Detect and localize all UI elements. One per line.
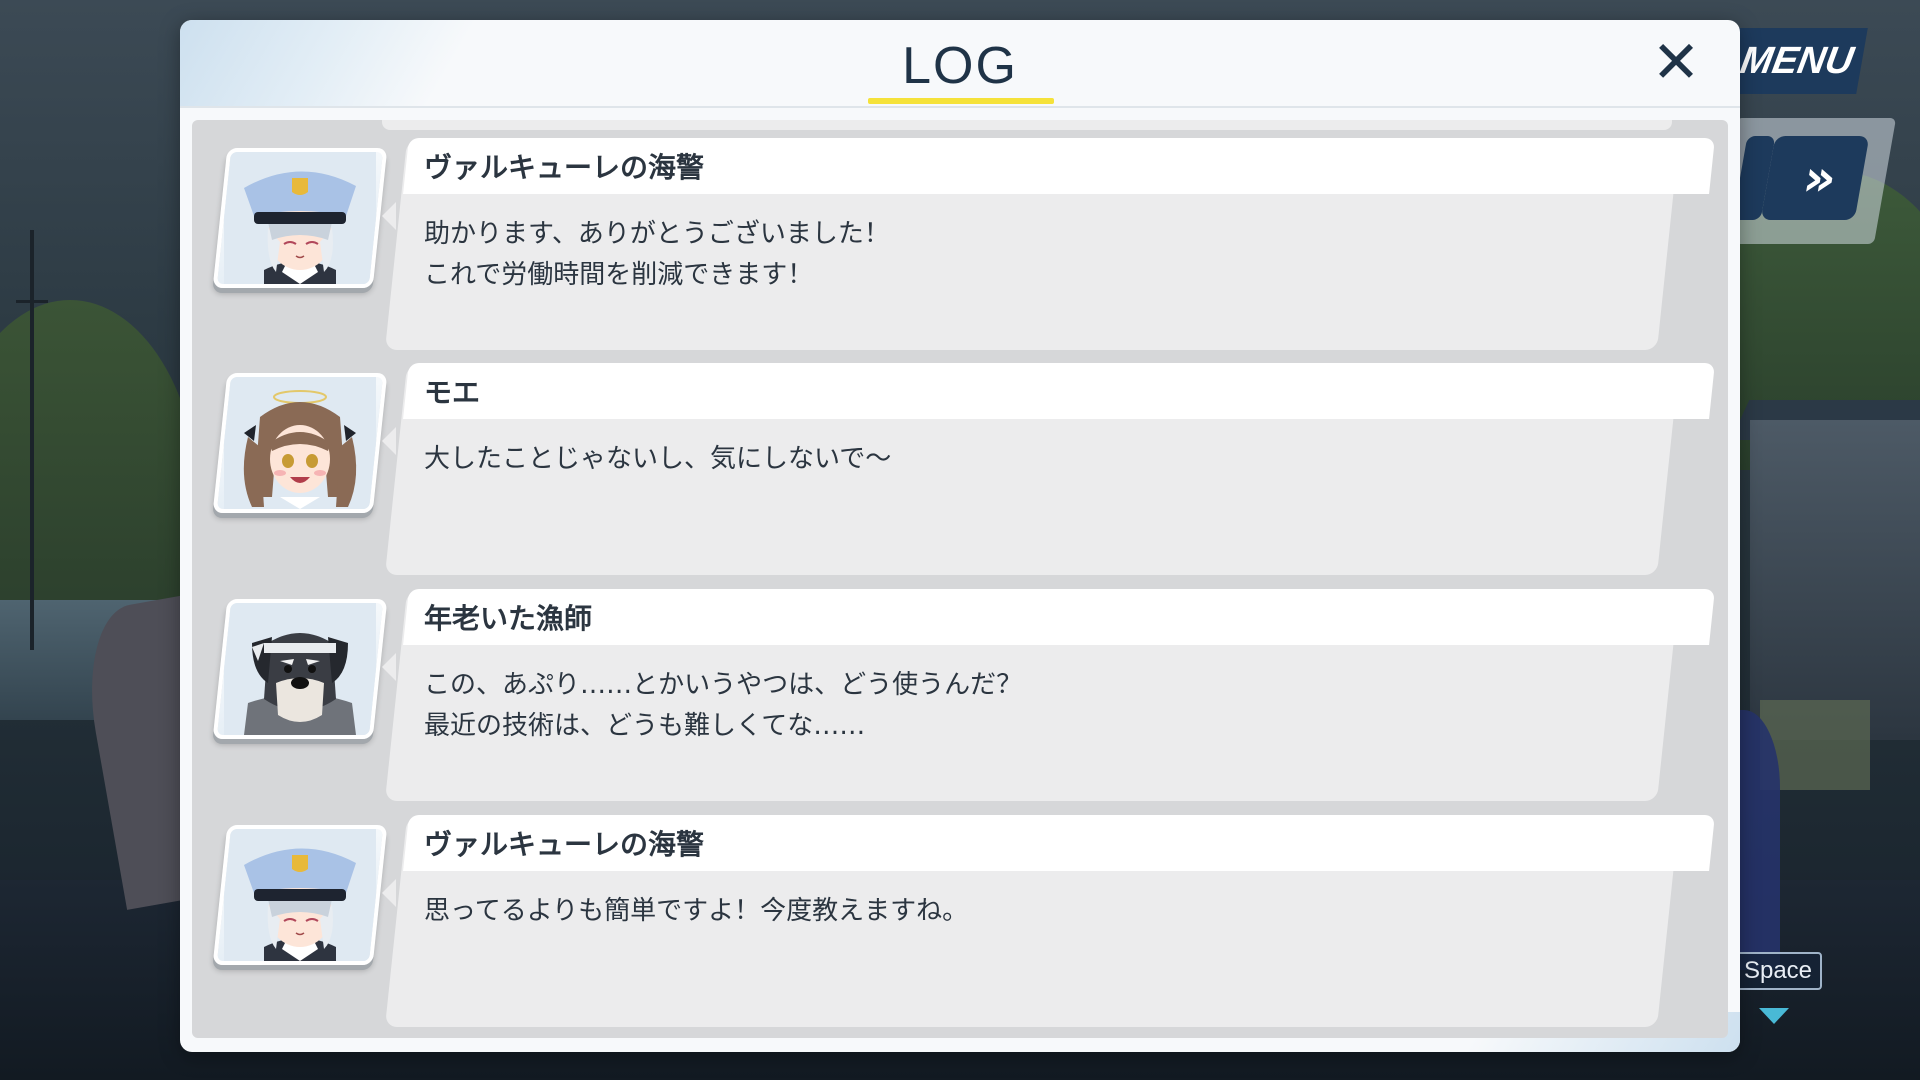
bubble-pointer bbox=[382, 653, 396, 681]
name-tab bbox=[403, 363, 1715, 419]
space-key-label: Space bbox=[1743, 957, 1813, 984]
name-tab bbox=[403, 589, 1715, 645]
log-entry: ヴァルキューレの海警 助かります、ありがとうございました！ これで労働時間を削減… bbox=[192, 138, 1728, 352]
speaker-name: ヴァルキューレの海警 bbox=[424, 828, 705, 861]
background-house bbox=[1750, 420, 1920, 740]
background-pole bbox=[30, 230, 34, 650]
bubble-pointer bbox=[382, 202, 396, 230]
speaker-name: ヴァルキューレの海警 bbox=[424, 151, 705, 184]
menu-button[interactable]: MENU bbox=[1726, 28, 1868, 94]
valkyrie-police-portrait bbox=[224, 152, 376, 284]
log-entry: 年老いた漁師 この、あぷり‥‥‥とかいうやつは、どう使うんだ？ 最近の技術は、ど… bbox=[192, 589, 1728, 803]
log-header: LOG ✕ bbox=[180, 20, 1740, 108]
log-list[interactable]: ヴァルキューレの海警 助かります、ありがとうございました！ これで労働時間を削減… bbox=[192, 120, 1728, 1038]
avatar bbox=[212, 373, 388, 513]
previous-entry-edge bbox=[382, 120, 1672, 130]
next-arrow-icon[interactable] bbox=[1759, 1008, 1789, 1024]
speaker-name: 年老いた漁師 bbox=[424, 602, 593, 635]
message-text: この、あぷり‥‥‥とかいうやつは、どう使うんだ？ 最近の技術は、どうも難しくてな… bbox=[424, 670, 1023, 741]
avatar bbox=[212, 599, 388, 739]
valkyrie-police-portrait bbox=[224, 829, 376, 961]
close-button[interactable]: ✕ bbox=[1648, 33, 1704, 91]
bubble-pointer bbox=[382, 879, 396, 907]
fast-forward-icon: » bbox=[1798, 149, 1832, 207]
log-title: LOG bbox=[902, 37, 1018, 95]
avatar bbox=[212, 148, 388, 288]
log-entry: ヴァルキューレの海警 思ってるよりも簡単ですよ！今度教えますね。 bbox=[192, 815, 1728, 1029]
title-underline bbox=[868, 98, 1054, 104]
space-key-hint: Space bbox=[1734, 952, 1822, 990]
message-text: 大したことじゃないし、気にしないで～ bbox=[424, 444, 892, 474]
menu-label: MENU bbox=[1737, 39, 1857, 82]
bubble-pointer bbox=[382, 427, 396, 455]
skip-button[interactable]: » bbox=[1760, 136, 1870, 220]
log-entry: モエ 大したことじゃないし、気にしないで～ bbox=[192, 363, 1728, 577]
close-icon: ✕ bbox=[1651, 28, 1701, 96]
speaker-name: モエ bbox=[424, 376, 481, 409]
message-text: 助かります、ありがとうございました！ これで労働時間を削減できます！ bbox=[424, 219, 890, 290]
log-dialog: LOG ✕ ヴァルキューレの海警 助かります、ありがとうございました！ これで労… bbox=[180, 20, 1740, 1052]
moe-portrait bbox=[224, 377, 376, 509]
message-text: 思ってるよりも簡単ですよ！今度教えますね。 bbox=[424, 896, 969, 926]
background-pole-arm bbox=[16, 300, 48, 303]
old-fisherman-dog-portrait bbox=[224, 603, 376, 735]
avatar bbox=[212, 825, 388, 965]
